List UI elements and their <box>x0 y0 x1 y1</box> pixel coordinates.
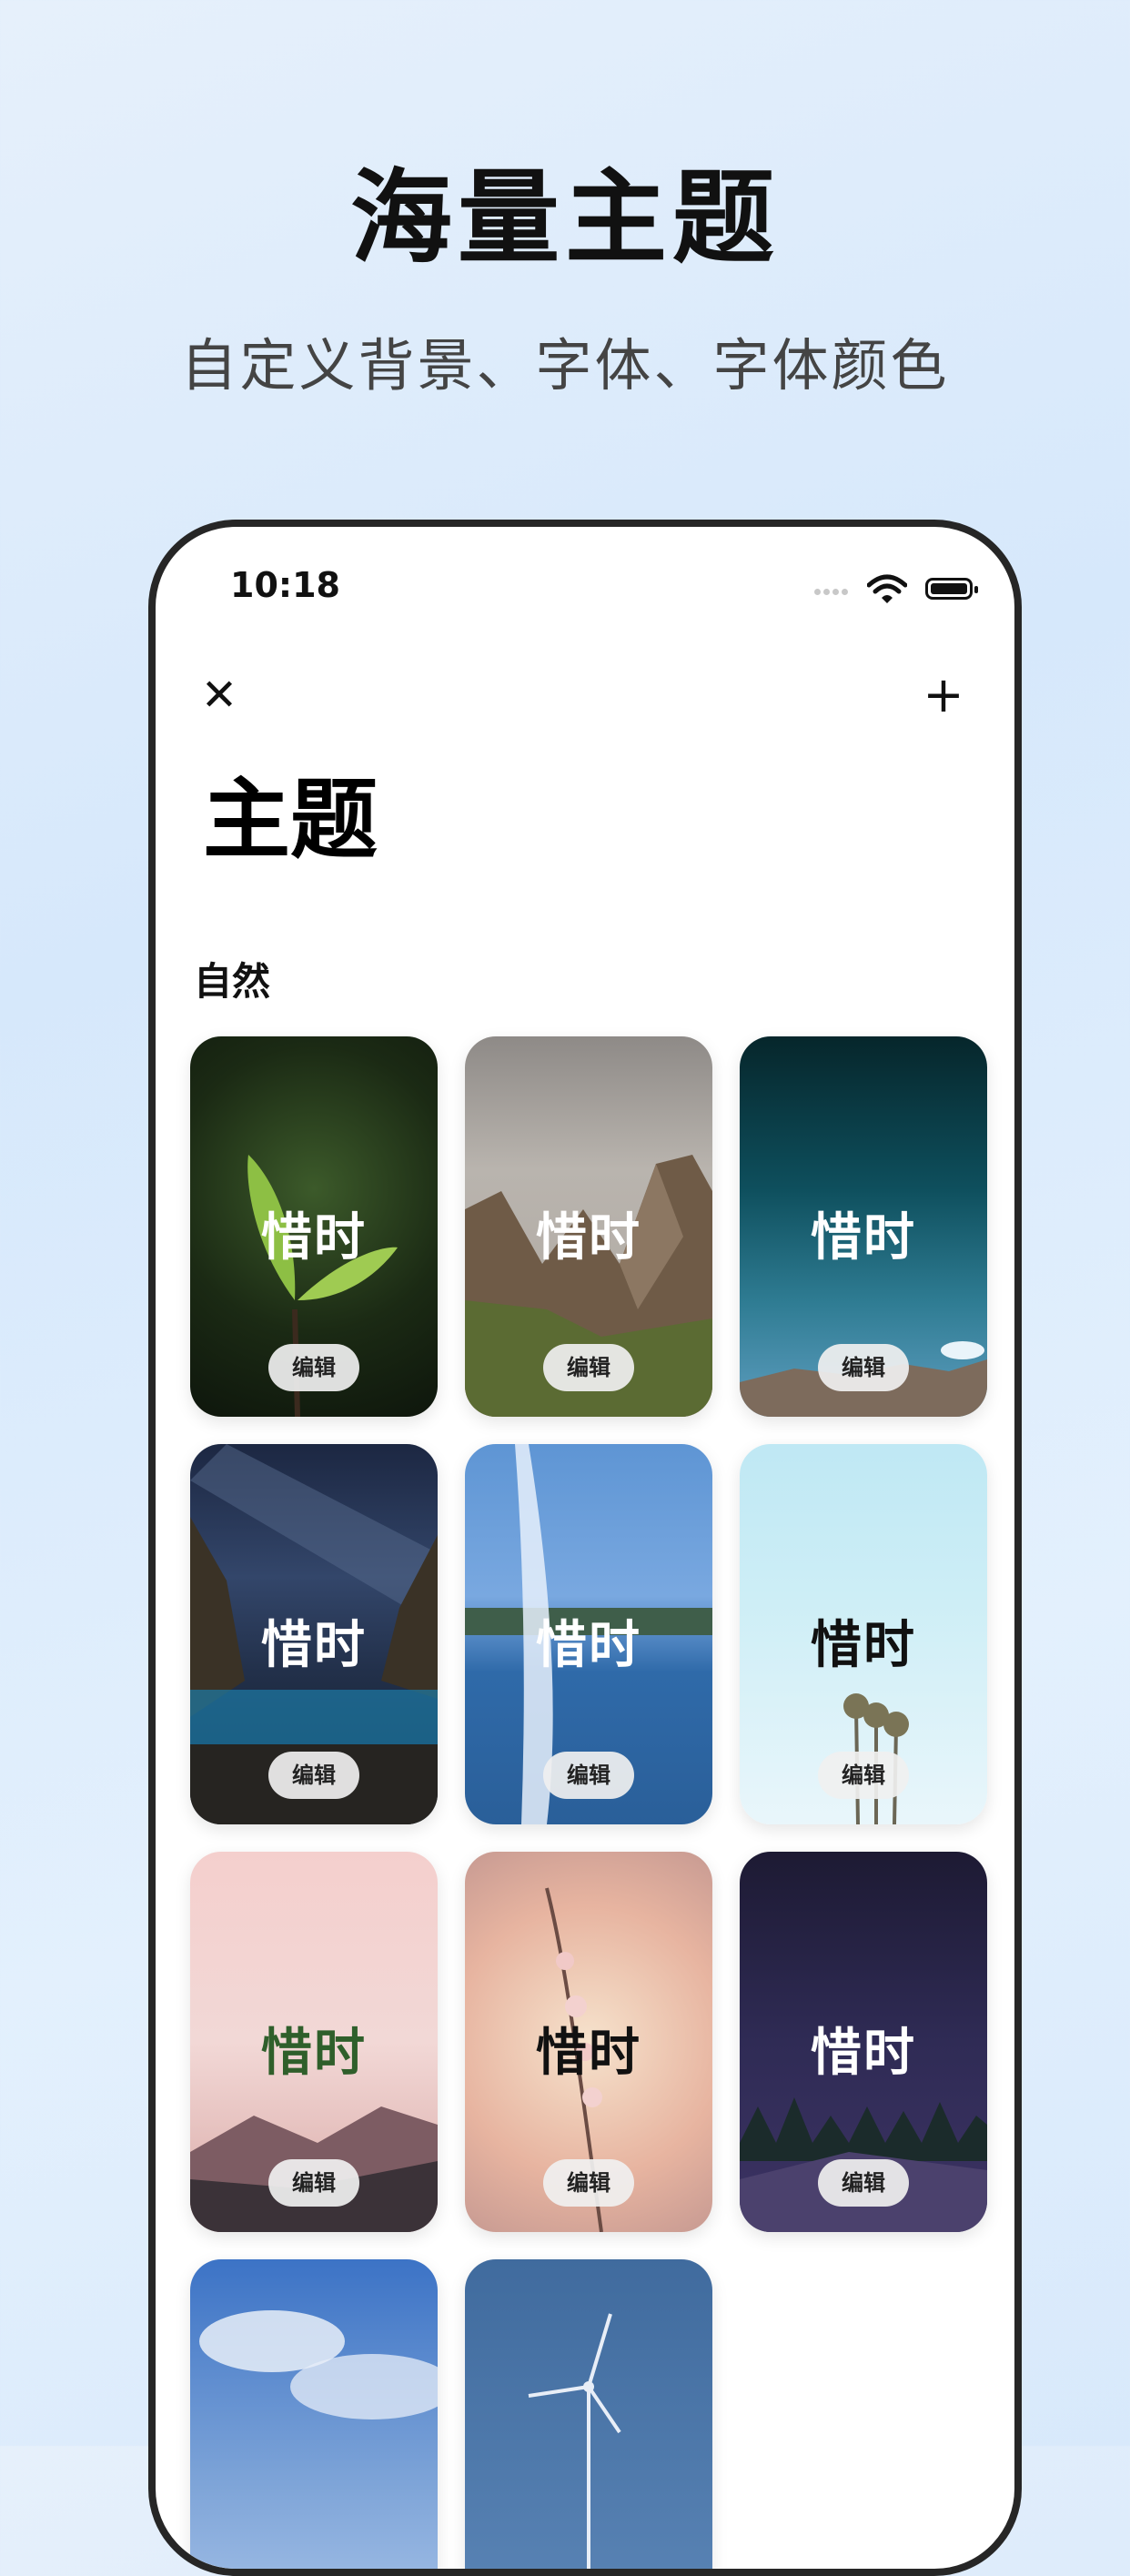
theme-card[interactable]: 惜时 编辑 <box>190 1852 438 2232</box>
clouds-image <box>199 2310 438 2419</box>
theme-label: 惜时 <box>261 1616 367 1675</box>
edit-button[interactable]: 编辑 <box>818 1752 909 1799</box>
section-title: 自然 <box>194 959 271 1004</box>
status-bar: 10:18 <box>156 527 1014 627</box>
hero-subtitle: 自定义背景、字体、字体颜色 <box>180 332 950 399</box>
edit-button[interactable]: 编辑 <box>818 2159 909 2207</box>
theme-card[interactable]: 惜时 编辑 <box>465 1852 712 2232</box>
theme-card[interactable]: 惜时 编辑 <box>740 1852 987 2232</box>
theme-card[interactable]: 惜时 编辑 <box>465 1444 712 1824</box>
battery-icon <box>925 578 978 600</box>
windmill-image <box>528 2313 621 2569</box>
theme-card[interactable]: 惜时 编辑 <box>190 1444 438 1824</box>
edit-button[interactable]: 编辑 <box>818 1344 909 1391</box>
status-time: 10:18 <box>230 565 340 605</box>
edit-button[interactable]: 编辑 <box>268 1752 359 1799</box>
theme-card[interactable]: 惜时 编辑 <box>740 1036 987 1417</box>
edit-button[interactable]: 编辑 <box>543 2159 634 2207</box>
edit-button[interactable]: 编辑 <box>543 1344 634 1391</box>
page-title: 主题 <box>203 769 378 871</box>
edit-button[interactable]: 编辑 <box>268 1344 359 1391</box>
hero-title: 海量主题 <box>350 159 780 278</box>
wifi-icon <box>867 574 907 605</box>
edit-button[interactable]: 编辑 <box>543 1752 634 1799</box>
close-icon[interactable]: ✕ <box>192 668 247 722</box>
theme-label: 惜时 <box>811 1208 916 1268</box>
theme-grid: 惜时 编辑 惜时 编辑 惜时 编辑 惜时 编辑 惜时 编辑 惜时 编辑 惜时 编… <box>190 1036 991 2569</box>
theme-card[interactable] <box>190 2259 438 2569</box>
theme-card[interactable]: 惜时 编辑 <box>465 1036 712 1417</box>
theme-label: 惜时 <box>261 2024 367 2083</box>
theme-label: 惜时 <box>536 1208 641 1268</box>
theme-card[interactable]: 惜时 编辑 <box>740 1444 987 1824</box>
theme-label: 惜时 <box>811 2024 916 2083</box>
plus-icon[interactable]: + <box>916 668 971 722</box>
theme-label: 惜时 <box>261 1208 367 1268</box>
theme-label: 惜时 <box>811 1616 916 1675</box>
theme-label: 惜时 <box>536 1616 641 1675</box>
theme-label: 惜时 <box>536 2024 641 2083</box>
theme-card[interactable] <box>465 2259 712 2569</box>
signal-icon <box>814 581 851 595</box>
phone-frame: 10:18 ✕ + 主题 自然 惜时 编辑 惜时 编辑 惜时 编辑 惜时 编辑 … <box>148 520 1022 2576</box>
edit-button[interactable]: 编辑 <box>268 2159 359 2207</box>
theme-card[interactable]: 惜时 编辑 <box>190 1036 438 1417</box>
